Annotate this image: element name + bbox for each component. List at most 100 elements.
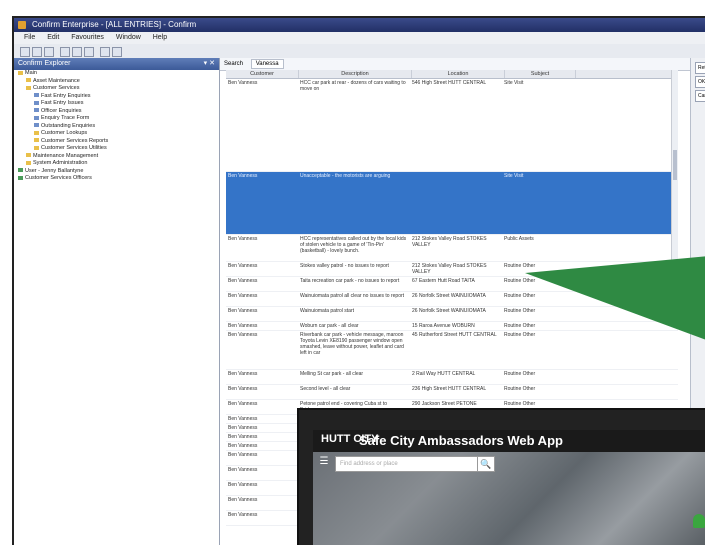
ok-button[interactable]: OK [695,76,705,88]
help-icon[interactable] [112,47,122,57]
cell-customer: Ben Vanness [228,467,258,473]
cell-description: Woburn car park - all clear [300,323,359,329]
grid-scrollbar[interactable] [671,70,678,270]
search-input[interactable]: Vanessa [250,59,284,69]
cell-customer: Ben Vanness [228,293,258,299]
menu-help[interactable]: Help [153,32,167,44]
cell-location: 67 Eastern Hutt Road TAITA [412,278,475,284]
cell-description: HCC representatives called out by the lo… [300,236,407,254]
table-row[interactable]: Ben Vanness Melling St car park - all cle… [226,370,678,385]
tree-item[interactable]: Main [14,70,219,78]
doc-icon [34,108,39,113]
tree-item[interactable]: Enquiry Trace Form [14,115,219,123]
copy-icon[interactable] [72,47,82,57]
table-row-selected[interactable]: Ben Vanness Unacceptable - the motorists … [226,172,678,235]
cell-location: 212 Stokes Valley Road STOKES VALLEY [412,236,487,248]
tree-item-label: Fast Entry Enquiries [41,92,91,99]
address-search-input[interactable]: Find address or place [335,456,481,472]
menu-edit[interactable]: Edit [47,32,59,44]
tree-item[interactable]: Outstanding Enquiries [14,123,219,131]
grid-header: Customer Description Location Subject [226,70,678,79]
tree-item[interactable]: Customer Services Utilities [14,145,219,153]
tree-item[interactable]: Officer Enquiries [14,108,219,116]
tree-item[interactable]: Customer Lookups [14,130,219,138]
menu-file[interactable]: File [24,32,35,44]
tree-item-label: Customer Services Reports [41,137,109,144]
cell-customer: Ben Vanness [228,323,258,329]
cell-description: Unacceptable - the motorists are arguing [300,173,391,179]
folder-icon [26,153,31,158]
tree-item[interactable]: System Administration [14,160,219,168]
scroll-thumb[interactable] [673,150,677,180]
tree-item[interactable]: Customer Services [14,85,219,93]
cell-customer: Ben Vanness [228,452,258,458]
menu-bar: File Edit Favourites Window Help [14,32,705,44]
new-icon[interactable] [20,47,30,57]
cell-description: Wainuiomata patrol all clear no issues t… [300,293,405,299]
cell-customer: Ben Vanness [228,236,258,242]
doc-icon [34,93,39,98]
tree-item-label: Officer Enquiries [41,107,82,114]
cancel-button[interactable]: Cancel [695,90,705,102]
open-icon[interactable] [32,47,42,57]
cell-customer: Ben Vanness [228,308,258,314]
cell-location [410,172,502,234]
cell-location: 236 High Street HUTT CENTRAL [412,386,487,392]
folder-icon [34,145,39,150]
tree-item[interactable]: Maintenance Management [14,153,219,161]
user-icon [18,175,23,180]
cell-description: Second level - all clear [300,386,351,392]
retrieve-button[interactable]: Retrieve [695,62,705,74]
tree-item-label: System Administration [33,160,88,166]
column-customer[interactable]: Customer [226,70,299,78]
cut-icon[interactable] [60,47,70,57]
tree-item[interactable]: Asset Maintenance [14,78,219,86]
menu-window[interactable]: Window [116,32,141,44]
tree-item-label: Customer Services Utilities [41,145,107,151]
pin-close-icon[interactable]: ▾ ✕ [204,58,215,70]
cell-location: 212 Stokes Valley Road STOKES VALLEY [412,263,487,275]
folder-icon [26,78,31,83]
column-subject[interactable]: Subject [505,70,576,78]
cell-location: 2 Rail Way HUTT CENTRAL [412,371,476,377]
cell-customer: Ben Vanness [228,416,258,422]
paste-icon[interactable] [84,47,94,57]
tree-item-label: Maintenance Management [33,152,99,159]
user-icon [18,168,23,173]
search-icon[interactable] [100,47,110,57]
folder-icon [26,85,31,90]
photo-page: Confirm Enterprise - [ALL ENTRIES] - Con… [0,0,705,545]
tree-item-label: Outstanding Enquiries [41,122,96,129]
cell-customer: Ben Vanness [228,401,258,407]
cell-customer: Ben Vanness [228,482,258,488]
cell-description: Melling St car park - all clear [300,371,364,377]
cell-subject: Routine Other [504,386,536,392]
tree-item[interactable]: Customer Services Officers [14,175,219,183]
webapp-header: HUTT CITY Safe City Ambassadors Web App [313,430,705,452]
cell-location: 15 Raroa Avenue WOBURN [412,323,475,329]
table-row[interactable]: Ben Vanness Second level - all clear 236 H… [226,385,678,400]
table-row[interactable]: Ben Vanness HCC car park at rear - dozens… [226,79,678,172]
folder-icon [34,138,39,143]
tree-item[interactable]: Fast Entry Issues [14,100,219,108]
column-description[interactable]: Description [299,70,412,78]
tree-item-label: Fast Entry Issues [41,100,84,106]
explorer-panel: Confirm Explorer ▾ ✕ Main Asset Maintenan… [14,58,220,545]
webapp-title: Safe City Ambassadors Web App [359,433,563,448]
tree-item[interactable]: Customer Services Reports [14,138,219,146]
cell-customer: Ben Vanness [228,425,258,431]
cell-description: Riverbank car park - vehicle message, ma… [300,332,404,356]
save-icon[interactable] [44,47,54,57]
tree-item[interactable]: Fast Entry Enquiries [14,93,219,101]
menu-favourites[interactable]: Favourites [71,32,104,44]
search-button-icon[interactable]: 🔍 [477,456,495,472]
tree-item-label: Customer Lookups [41,130,88,136]
column-location[interactable]: Location [412,70,505,78]
cell-description: HCC car park at rear - dozens of cars wa… [300,80,406,92]
cell-location: 546 High Street HUTT CENTRAL [412,80,487,86]
cell-location: 26 Norfolk Street WAINUIOMATA [412,308,486,314]
tree-item[interactable]: User - Jenny Ballantyne [14,168,219,176]
cell-subject: Routine Other [504,371,536,377]
map-marker-icon[interactable] [693,514,705,528]
hamburger-menu-icon[interactable]: ☰ [317,455,331,469]
